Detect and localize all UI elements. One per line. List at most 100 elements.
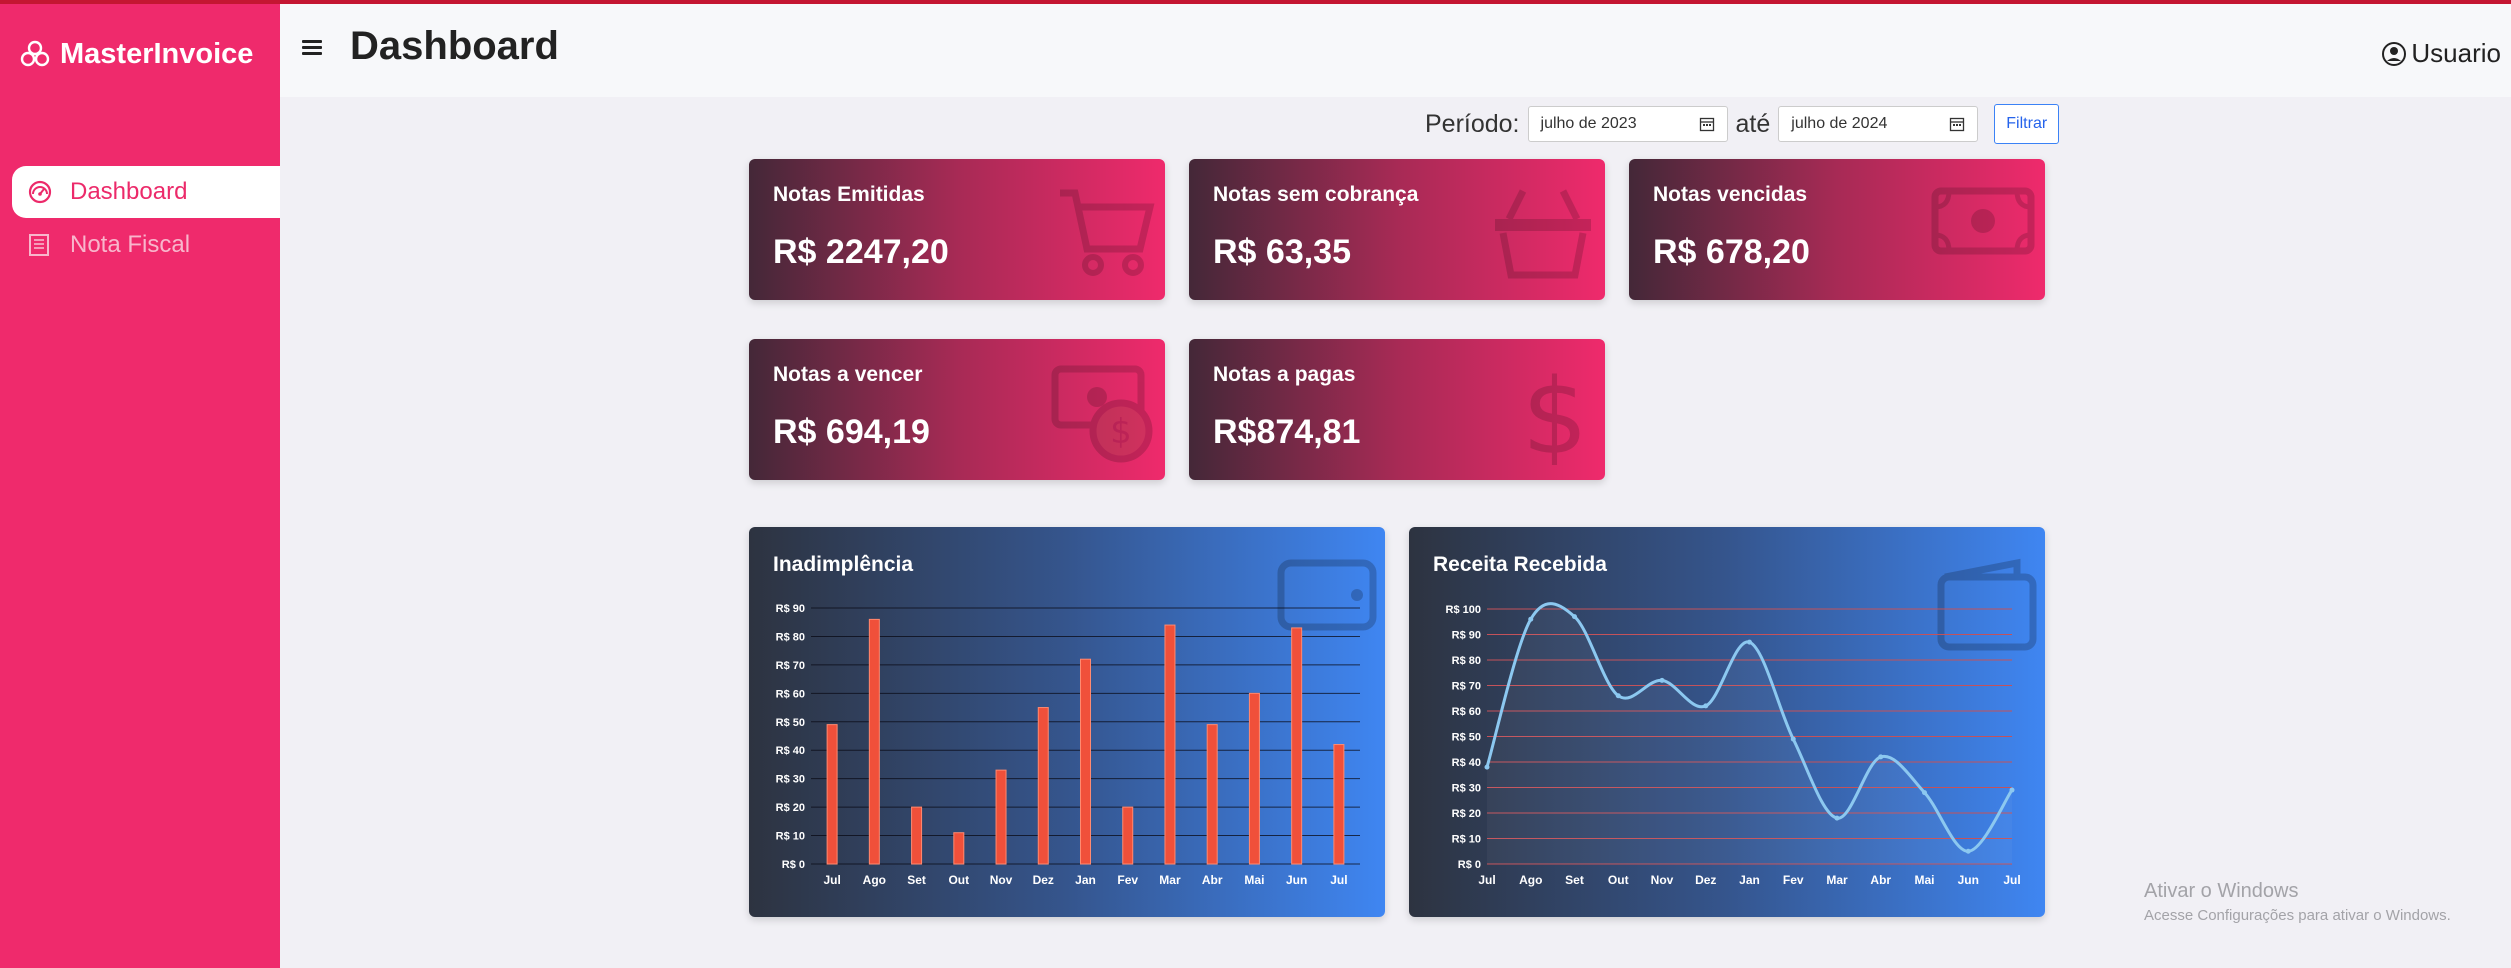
menu-toggle-icon[interactable] bbox=[302, 40, 322, 58]
user-icon bbox=[2382, 41, 2407, 66]
x-tick-label: Fev bbox=[1117, 873, 1138, 887]
card-value: R$ 694,19 bbox=[773, 413, 930, 451]
data-point[interactable] bbox=[1747, 639, 1752, 645]
card-notas-sem-cobranca: Notas sem cobrança R$ 63,35 bbox=[1189, 159, 1605, 300]
x-tick-label: Mai bbox=[1914, 873, 1934, 887]
x-tick-label: Dez bbox=[1033, 873, 1054, 887]
calendar-icon bbox=[1699, 117, 1714, 132]
bar[interactable] bbox=[826, 724, 838, 865]
filter-button[interactable]: Filtrar bbox=[1994, 104, 2060, 144]
bar[interactable] bbox=[1248, 692, 1260, 865]
start-date-input[interactable]: julho de 2023 bbox=[1527, 106, 1728, 142]
x-tick-label: Jul bbox=[1330, 873, 1347, 887]
svg-text:$: $ bbox=[1522, 361, 1588, 465]
sidebar: MasterInvoice Dashboard Nota Fiscal bbox=[0, 4, 280, 968]
bar[interactable] bbox=[1037, 707, 1049, 865]
y-tick-label: R$ 0 bbox=[1458, 859, 1481, 871]
card-notas-a-vencer: Notas a vencer R$ 694,19 $ bbox=[749, 339, 1165, 480]
card-value: R$ 2247,20 bbox=[773, 233, 949, 271]
data-point[interactable] bbox=[1922, 790, 1927, 796]
y-tick-label: R$ 90 bbox=[776, 603, 805, 615]
x-tick-label: Jun bbox=[1286, 873, 1307, 887]
user-menu[interactable]: Usuario bbox=[2381, 38, 2501, 69]
x-tick-label: Jun bbox=[1958, 873, 1979, 887]
y-tick-label: R$ 10 bbox=[1452, 834, 1481, 846]
data-point[interactable] bbox=[1790, 736, 1796, 742]
gauge-icon bbox=[28, 179, 54, 205]
ate-label: até bbox=[1735, 109, 1771, 138]
period-filter: Período: julho de 2023 até julho de 2024… bbox=[1425, 104, 2060, 144]
y-tick-label: R$ 70 bbox=[1452, 681, 1481, 693]
y-tick-label: R$ 70 bbox=[776, 660, 805, 672]
top-header: Dashboard Usuario bbox=[280, 4, 2511, 97]
card-value: R$ 63,35 bbox=[1213, 233, 1351, 271]
bar[interactable] bbox=[1206, 724, 1218, 865]
card-notas-vencidas: Notas vencidas R$ 678,20 bbox=[1629, 159, 2045, 300]
sidebar-item-label: Nota Fiscal bbox=[70, 231, 191, 258]
x-tick-label: Fev bbox=[1783, 873, 1804, 887]
data-point[interactable] bbox=[1965, 848, 1971, 854]
data-point[interactable] bbox=[1703, 703, 1709, 709]
x-tick-label: Nov bbox=[1651, 873, 1674, 887]
dollar-icon: $ bbox=[1522, 361, 1588, 465]
bar[interactable] bbox=[953, 832, 965, 865]
x-tick-label: Ago bbox=[1519, 873, 1542, 887]
x-tick-label: Mai bbox=[1244, 873, 1264, 887]
x-tick-label: Set bbox=[1565, 873, 1584, 887]
x-tick-label: Abr bbox=[1870, 873, 1891, 887]
card-notas-emitidas: Notas Emitidas R$ 2247,20 bbox=[749, 159, 1165, 300]
watermark-title: Ativar o Windows bbox=[2144, 880, 2299, 902]
page-title: Dashboard bbox=[350, 24, 559, 68]
data-point[interactable] bbox=[1659, 677, 1665, 683]
y-tick-label: R$ 50 bbox=[776, 717, 805, 729]
y-tick-label: R$ 0 bbox=[782, 859, 805, 871]
sidebar-item-label: Dashboard bbox=[70, 178, 188, 205]
y-tick-label: R$ 60 bbox=[1452, 706, 1481, 718]
brand[interactable]: MasterInvoice bbox=[20, 34, 253, 74]
svg-text:$: $ bbox=[1110, 412, 1132, 452]
x-tick-label: Nov bbox=[990, 873, 1013, 887]
card-title: Notas sem cobrança bbox=[1213, 183, 1419, 206]
bar[interactable] bbox=[911, 806, 923, 865]
x-tick-label: Jan bbox=[1075, 873, 1096, 887]
y-tick-label: R$ 40 bbox=[776, 745, 805, 757]
bar[interactable] bbox=[868, 618, 880, 865]
bar[interactable] bbox=[1080, 658, 1091, 865]
data-point[interactable] bbox=[1615, 693, 1621, 699]
data-point[interactable] bbox=[1572, 614, 1577, 620]
y-tick-label: R$ 80 bbox=[1452, 655, 1481, 667]
data-point[interactable] bbox=[1834, 815, 1840, 821]
x-tick-label: Out bbox=[948, 873, 969, 887]
bar[interactable] bbox=[1122, 806, 1134, 865]
end-date-input[interactable]: julho de 2024 bbox=[1778, 106, 1979, 142]
logo-icon bbox=[20, 40, 50, 67]
card-title: Notas a pagas bbox=[1213, 363, 1356, 386]
bar-chart-plot: R$ 0 R$ 10 R$ 20 R$ 30 R$ 40 R$ 50 R$ 60 R$ 70 R… bbox=[776, 603, 1360, 887]
y-tick-label: R$ 100 bbox=[1446, 604, 1481, 616]
card-notas-a-pagas: Notas a pagas R$874,81 $ bbox=[1189, 339, 1605, 480]
bar[interactable] bbox=[1164, 624, 1176, 865]
y-tick-label: R$ 40 bbox=[1452, 757, 1481, 769]
data-point[interactable] bbox=[2009, 787, 2015, 793]
bar[interactable] bbox=[995, 769, 1007, 865]
receipt-icon bbox=[28, 232, 54, 258]
data-point[interactable] bbox=[1528, 616, 1534, 622]
cash-icon bbox=[1931, 187, 2035, 255]
data-point[interactable] bbox=[1484, 764, 1490, 770]
x-tick-label: Jan bbox=[1739, 873, 1760, 887]
x-tick-label: Ago bbox=[863, 873, 886, 887]
sidebar-item-dashboard[interactable]: Dashboard bbox=[12, 166, 280, 218]
bar[interactable] bbox=[1333, 744, 1345, 865]
card-value: R$ 678,20 bbox=[1653, 233, 1810, 271]
x-tick-label: Abr bbox=[1202, 873, 1223, 887]
x-tick-label: Mar bbox=[1826, 873, 1848, 887]
y-tick-label: R$ 30 bbox=[776, 774, 805, 786]
y-tick-label: R$ 60 bbox=[776, 688, 805, 700]
periodo-label: Período: bbox=[1425, 109, 1520, 138]
card-title: Notas vencidas bbox=[1653, 183, 1808, 206]
basket-icon bbox=[1495, 189, 1591, 279]
y-tick-label: R$ 20 bbox=[776, 802, 805, 814]
bar[interactable] bbox=[1291, 627, 1303, 865]
sidebar-item-nota-fiscal[interactable]: Nota Fiscal bbox=[12, 219, 280, 271]
data-point[interactable] bbox=[1878, 754, 1884, 760]
